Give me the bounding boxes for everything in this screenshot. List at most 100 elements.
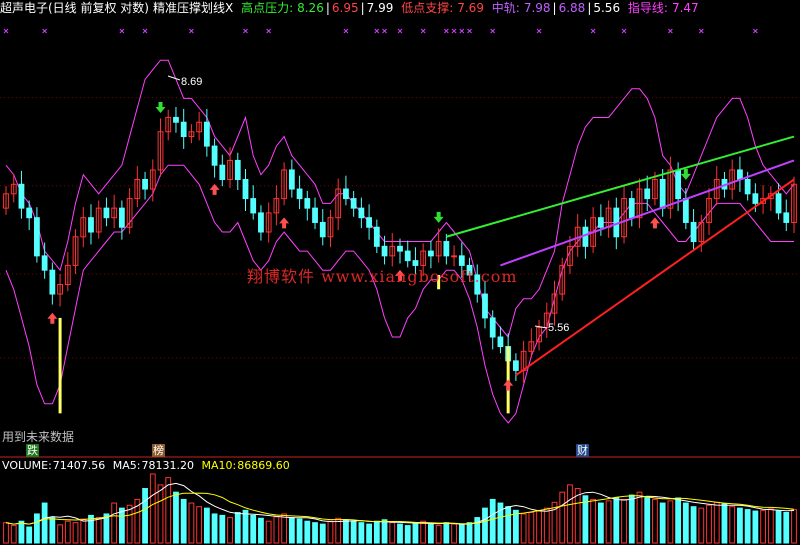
x-mark-icon — [467, 28, 472, 34]
x-mark-icon — [189, 28, 194, 34]
volume-bar — [265, 520, 272, 544]
volume-bar — [536, 510, 542, 544]
mid-track-value-2: 6.88 — [558, 1, 586, 15]
candle-body — [312, 207, 318, 223]
indicator-header: 超声电子(日线 前复权 对数) 精准压撑划线X 高点压力: 8.26 | 6.95 | 7.… — [0, 1, 699, 15]
volume-bar — [180, 498, 187, 544]
volume-bar — [706, 504, 712, 544]
volume-bar — [26, 526, 33, 544]
candle-body — [775, 193, 782, 214]
volume-bar — [767, 508, 774, 544]
event-tag-finance[interactable]: 财 — [576, 444, 589, 457]
volume-bar — [319, 523, 326, 544]
volume-bar — [227, 517, 233, 544]
guide-line-label: 指导线: — [627, 1, 668, 15]
volume-bar — [559, 491, 566, 544]
volume-label: VOLUME: — [2, 459, 52, 472]
volume-bar — [41, 502, 48, 544]
candle-body — [512, 360, 519, 371]
volume-bar — [621, 498, 627, 544]
candle-body — [497, 336, 504, 348]
volume-bar — [273, 516, 280, 544]
candle-body — [428, 250, 434, 257]
volume-bar — [304, 520, 311, 544]
candle-body — [350, 198, 357, 209]
volume-bar — [72, 522, 79, 544]
volume-bar — [543, 507, 550, 544]
volume-bar — [149, 473, 156, 544]
volume-bar — [312, 522, 318, 544]
high-resistance-value-1: 8.26 — [297, 1, 324, 15]
volume-bar — [203, 507, 210, 544]
candle-body — [288, 169, 295, 190]
volume-bar — [18, 520, 25, 544]
volume-bar — [111, 502, 118, 544]
volume-bar — [80, 518, 87, 544]
candlestick-series — [3, 106, 797, 383]
volume-bar — [49, 517, 56, 544]
volume-ma5-label: MA5: — [112, 459, 141, 472]
candle-body — [118, 207, 125, 228]
x-mark-icon — [668, 28, 673, 34]
indicator-name: 精准压撑划线X — [153, 1, 234, 15]
candle-body — [41, 255, 48, 271]
candle-body — [451, 255, 457, 258]
x-mark-icon — [451, 28, 457, 34]
volume-bar — [628, 494, 635, 544]
x-mark-icon — [536, 28, 542, 34]
x-mark-icon — [382, 28, 387, 34]
volume-bar — [667, 500, 674, 544]
candle-body — [404, 250, 411, 262]
x-mark-icon — [142, 28, 148, 34]
signal-bars — [58, 274, 510, 414]
candle-body — [628, 198, 635, 219]
volume-bar — [250, 514, 257, 544]
candle-body — [358, 207, 365, 219]
volume-bar — [690, 506, 697, 544]
volume-bar — [34, 513, 40, 544]
volume-bar — [412, 522, 419, 544]
x-mark-icon — [266, 28, 272, 34]
volume-bar — [358, 522, 365, 544]
volume-bar — [752, 510, 759, 544]
candle-body — [582, 226, 589, 247]
volume-bar — [713, 501, 720, 544]
volume-bar — [636, 491, 643, 544]
guide-line-value: 7.47 — [671, 1, 699, 15]
high-resistance-value-3: 7.99 — [366, 1, 394, 15]
volume-bar — [188, 502, 195, 544]
event-tag-drop[interactable]: 跌 — [26, 444, 39, 457]
volume-bar — [288, 517, 295, 544]
down-arrow-icon — [433, 211, 444, 223]
event-tag-list[interactable]: 榜 — [152, 444, 165, 457]
volume-bar — [10, 525, 17, 544]
up-arrow-icon — [503, 379, 514, 391]
volume-bar — [567, 484, 573, 544]
volume-ma10-label: MA10: — [201, 459, 237, 472]
volume-bar — [698, 507, 705, 544]
x-mark-icon — [698, 28, 704, 34]
signal-bar-0 — [58, 317, 62, 414]
candle-body — [211, 145, 218, 166]
candle-body — [752, 193, 759, 204]
volume-bar — [404, 525, 411, 544]
candle-body — [690, 221, 697, 243]
candle-body — [443, 241, 450, 257]
x-mark-icon — [443, 28, 449, 34]
volume-bar — [443, 522, 450, 544]
x-mark-icon — [119, 28, 125, 34]
x-mark-icon — [3, 28, 9, 34]
high-resistance-value-2: 6.95 — [331, 1, 359, 15]
volume-bar — [482, 507, 488, 544]
candle-body — [343, 188, 349, 200]
volume-bar — [397, 523, 403, 544]
candle-body — [304, 198, 311, 209]
volume-bar — [281, 513, 288, 544]
indicator-chart-window: { "header": { "title": "超声电子(日线 前复权 对数)"… — [0, 0, 800, 545]
volume-bar — [760, 509, 766, 544]
volume-bar — [118, 507, 125, 544]
volume-ma5-value: 78131.20 — [141, 459, 195, 472]
volume-bar — [126, 504, 133, 544]
volume-bar — [512, 509, 519, 544]
volume-bar — [95, 517, 102, 544]
